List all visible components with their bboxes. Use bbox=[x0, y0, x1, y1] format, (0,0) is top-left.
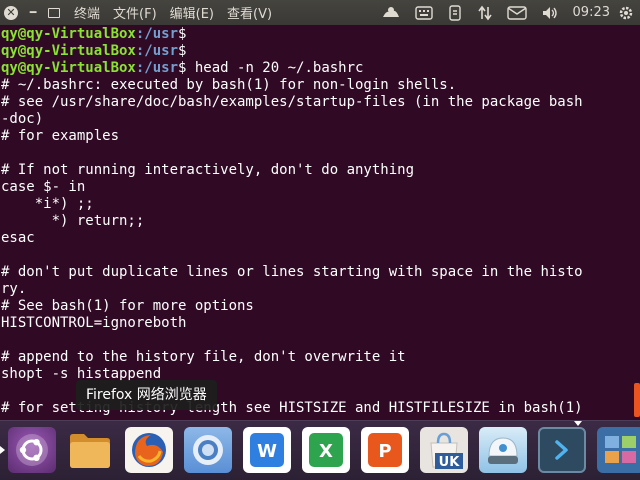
svg-text:W: W bbox=[257, 441, 277, 462]
terminal-indicator-icon bbox=[0, 446, 5, 454]
terminal-icon bbox=[555, 440, 568, 460]
wps-presentation-button[interactable]: P bbox=[361, 427, 409, 473]
output-line: # If not running interactively, don't do… bbox=[1, 162, 415, 178]
wps-writer-icon: W bbox=[250, 433, 284, 467]
files-button[interactable] bbox=[66, 427, 114, 473]
terminal-view[interactable]: qy@qy-VirtualBox:/usr$ qy@qy-VirtualBox:… bbox=[0, 25, 640, 420]
ubuntu-dash-icon bbox=[16, 434, 48, 466]
terminal-scrollbar[interactable] bbox=[634, 383, 640, 417]
chromium-button[interactable] bbox=[184, 427, 232, 473]
files-icon bbox=[70, 434, 110, 468]
output-line: # append to the history file, don't over… bbox=[1, 349, 406, 365]
software-updater-button[interactable] bbox=[479, 427, 527, 473]
terminal-launcher-button[interactable] bbox=[538, 427, 586, 473]
output-line: # see /usr/share/doc/bash/examples/start… bbox=[1, 94, 583, 110]
menu-app-terminal[interactable]: 终端 bbox=[74, 3, 100, 22]
chromium-icon bbox=[193, 435, 223, 465]
network-transfer-icon[interactable] bbox=[477, 5, 493, 21]
gear-icon[interactable] bbox=[618, 5, 634, 21]
prompt-user: qy@qy-VirtualBox bbox=[1, 26, 136, 42]
output-line: # ~/.bashrc: executed by bash(1) for non… bbox=[1, 77, 457, 93]
keyboard-icon[interactable] bbox=[414, 5, 433, 20]
minimize-icon: ━ bbox=[29, 5, 37, 19]
clock[interactable]: 09:23 bbox=[573, 5, 610, 20]
output-line: # don't put duplicate lines or lines sta… bbox=[1, 264, 583, 280]
prompt-user: qy@qy-VirtualBox bbox=[1, 43, 136, 59]
volume-icon[interactable] bbox=[541, 5, 559, 21]
prompt-path: :/usr bbox=[135, 26, 179, 42]
mail-icon[interactable] bbox=[506, 5, 527, 20]
menu-view[interactable]: 查看(V) bbox=[227, 3, 272, 22]
wps-presentation-icon: P bbox=[368, 433, 402, 467]
output-line: *i*) ;; bbox=[1, 196, 94, 212]
output-line: -doc) bbox=[1, 111, 44, 127]
menu-bar: 终端 文件(F) 编辑(E) 查看(V) bbox=[74, 3, 285, 22]
output-line: # See bash(1) for more options bbox=[1, 298, 254, 314]
window-controls: ✕ ━ bbox=[4, 5, 68, 20]
ubuntu-dash-button[interactable] bbox=[8, 427, 56, 473]
workspace-switcher-icon bbox=[605, 436, 636, 463]
prompt-line: qy@qy-VirtualBox:/usr$ bbox=[1, 26, 583, 43]
prompt-path: :/usr bbox=[135, 60, 179, 76]
firefox-icon bbox=[132, 433, 166, 467]
brightness-icon[interactable] bbox=[381, 4, 401, 22]
prompt-command: head -n 20 ~/.bashrc bbox=[186, 60, 364, 76]
workspace-switcher-button[interactable] bbox=[597, 427, 640, 473]
terminal-output: qy@qy-VirtualBox:/usr$ qy@qy-VirtualBox:… bbox=[1, 26, 583, 417]
battery-icon[interactable] bbox=[447, 4, 463, 21]
wps-spreadsheets-button[interactable]: X bbox=[302, 427, 350, 473]
software-updater-icon bbox=[488, 437, 518, 464]
prompt-path: :/usr bbox=[135, 43, 179, 59]
output-line: # for examples bbox=[1, 128, 120, 144]
system-tray: 09:23 bbox=[381, 0, 640, 25]
software-center-button[interactable]: UK bbox=[420, 427, 468, 473]
prompt-line: qy@qy-VirtualBox:/usr$ head -n 20 ~/.bas… bbox=[1, 60, 583, 77]
close-icon: ✕ bbox=[6, 5, 16, 19]
output-line: case $- in bbox=[1, 179, 86, 195]
prompt-line: qy@qy-VirtualBox:/usr$ bbox=[1, 43, 583, 60]
active-window-arrow-icon bbox=[574, 421, 582, 426]
menu-edit[interactable]: 编辑(E) bbox=[170, 3, 214, 22]
svg-text:UK: UK bbox=[439, 455, 461, 470]
svg-text:X: X bbox=[319, 441, 333, 462]
maximize-window-button[interactable] bbox=[48, 7, 60, 18]
launcher: W X P UK bbox=[0, 420, 640, 480]
svg-text:P: P bbox=[378, 441, 391, 462]
prompt-user: qy@qy-VirtualBox bbox=[1, 60, 136, 76]
output-line: *) return;; bbox=[1, 213, 145, 229]
output-line: ry. bbox=[1, 281, 27, 297]
firefox-button[interactable] bbox=[125, 427, 173, 473]
output-line: HISTCONTROL=ignoreboth bbox=[1, 315, 187, 331]
minimize-window-button[interactable]: ━ bbox=[26, 6, 40, 20]
prompt-symbol: $ bbox=[178, 43, 187, 59]
output-line: esac bbox=[1, 230, 35, 246]
top-panel: ✕ ━ 终端 文件(F) 编辑(E) 查看(V) 09:23 bbox=[0, 0, 640, 25]
menu-file[interactable]: 文件(F) bbox=[113, 3, 157, 22]
close-window-button[interactable]: ✕ bbox=[4, 5, 18, 20]
wps-spreadsheets-icon: X bbox=[309, 433, 343, 467]
wps-writer-button[interactable]: W bbox=[243, 427, 291, 473]
software-center-icon: UK bbox=[430, 432, 463, 470]
launcher-tooltip: Firefox 网络浏览器 bbox=[76, 380, 217, 410]
prompt-symbol: $ bbox=[178, 26, 187, 42]
